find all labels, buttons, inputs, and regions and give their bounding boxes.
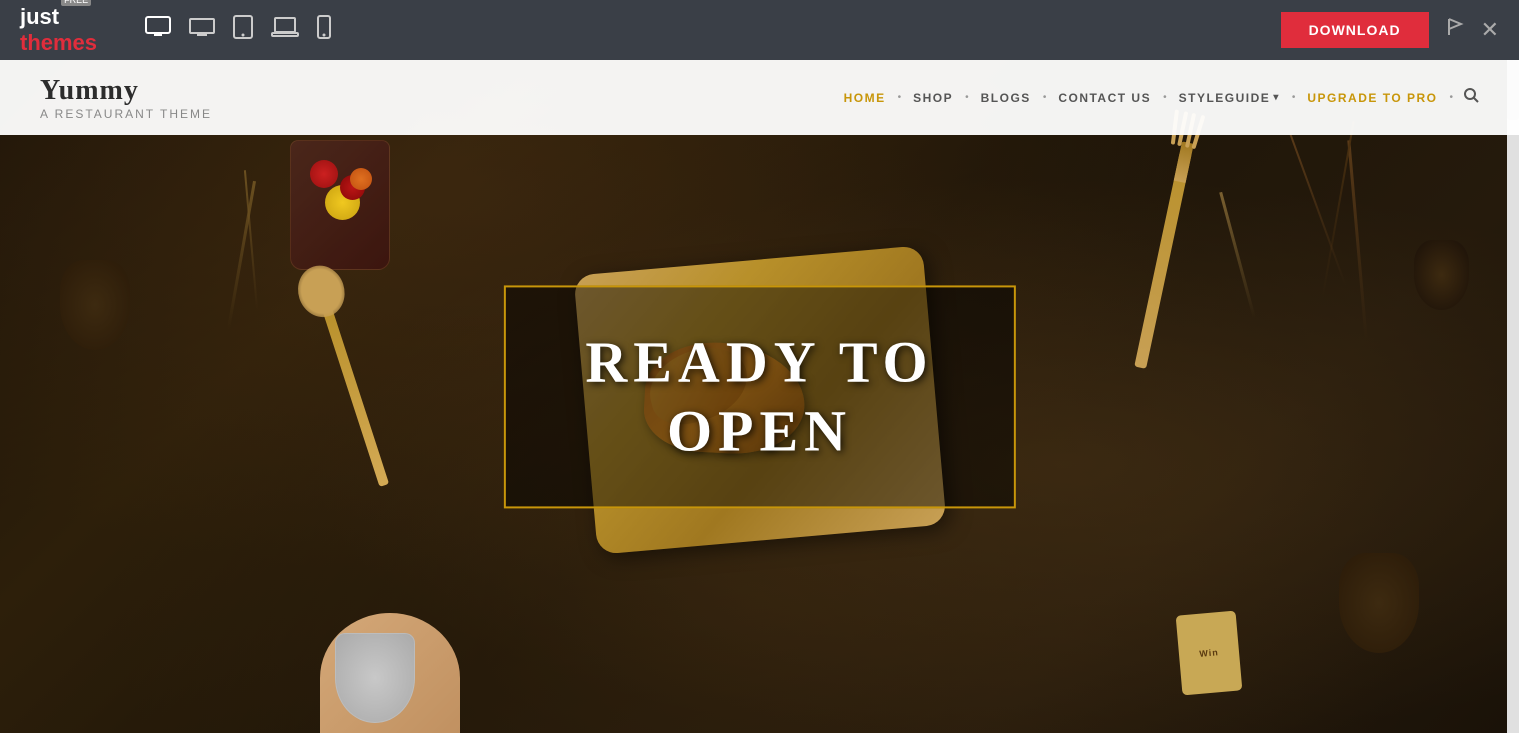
logo-area[interactable]: just FREE themes — [20, 4, 97, 56]
nav-dot-3: • — [1043, 92, 1047, 103]
fork-handle — [1134, 151, 1191, 369]
logo-free-badge: FREE — [61, 0, 91, 6]
chevron-down-icon: ▾ — [1273, 92, 1280, 103]
nav-dot-6: • — [1449, 92, 1453, 103]
branch-decoration — [1347, 140, 1367, 340]
download-button[interactable]: DOWNLOAD — [1281, 12, 1429, 48]
nav-item-shop[interactable]: SHOP — [907, 87, 959, 109]
tablet-icon[interactable] — [233, 15, 253, 45]
site-wrapper: Win READY TO OPEN Yummy A Restaurant The… — [0, 60, 1519, 733]
hero-title: READY TO OPEN — [585, 327, 933, 466]
nav-item-home[interactable]: HOME — [838, 87, 892, 109]
hero-title-line1: READY TO — [585, 327, 933, 397]
fruit-red-1 — [310, 160, 338, 188]
price-tag: Win — [1176, 611, 1243, 696]
device-icons — [145, 15, 331, 45]
hero-title-line2: OPEN — [585, 397, 933, 467]
logo-just: just — [20, 4, 59, 30]
hero-text-box: READY TO OPEN — [503, 285, 1015, 508]
search-icon[interactable] — [1463, 87, 1479, 108]
hero-section: Win READY TO OPEN — [0, 60, 1519, 733]
nav-item-blogs[interactable]: BLOGS — [975, 87, 1037, 109]
close-icon[interactable]: ✕ — [1481, 17, 1499, 43]
flag-icon[interactable] — [1445, 17, 1465, 43]
fruit-orange — [350, 168, 372, 190]
nav-item-upgrade[interactable]: UPGRADE TO PRO — [1301, 87, 1443, 109]
scrollbar[interactable] — [1507, 60, 1519, 733]
pinecone-left — [60, 260, 130, 350]
site-header: Yummy A Restaurant Theme HOME • SHOP • B… — [0, 60, 1519, 135]
hand-holding-cup — [300, 583, 480, 733]
toolbar: just FREE themes — [0, 0, 1519, 60]
nav-dot-2: • — [965, 92, 969, 103]
desktop-icon[interactable] — [145, 16, 171, 44]
site-nav: HOME • SHOP • BLOGS • CONTACT US • STYLE… — [838, 87, 1479, 109]
hero-text-wrapper: READY TO OPEN — [503, 285, 1015, 508]
site-logo[interactable]: Yummy A Restaurant Theme — [40, 75, 212, 121]
branch-2 — [1321, 121, 1354, 299]
nav-item-styleguide[interactable]: STYLEGUIDE ▾ — [1173, 87, 1286, 109]
nav-dot-4: • — [1163, 92, 1167, 103]
toolbar-left: just FREE themes — [20, 4, 331, 56]
mobile-icon[interactable] — [317, 15, 331, 45]
laptop-icon[interactable] — [271, 16, 299, 44]
site-logo-title: Yummy — [40, 75, 212, 107]
spoon-handle — [321, 303, 389, 487]
pinecone-right-2 — [1414, 240, 1469, 310]
logo-themes: themes — [20, 30, 97, 56]
grass-decoration-right — [1219, 192, 1256, 318]
toolbar-right: DOWNLOAD ✕ — [1281, 12, 1499, 48]
pinecone-right — [1339, 553, 1419, 653]
nav-dot-5: • — [1292, 92, 1296, 103]
nav-dot-1: • — [898, 92, 902, 103]
monitor-icon[interactable] — [189, 16, 215, 44]
site-logo-subtitle: A Restaurant Theme — [40, 107, 212, 121]
nav-item-contact[interactable]: CONTACT US — [1052, 87, 1157, 109]
